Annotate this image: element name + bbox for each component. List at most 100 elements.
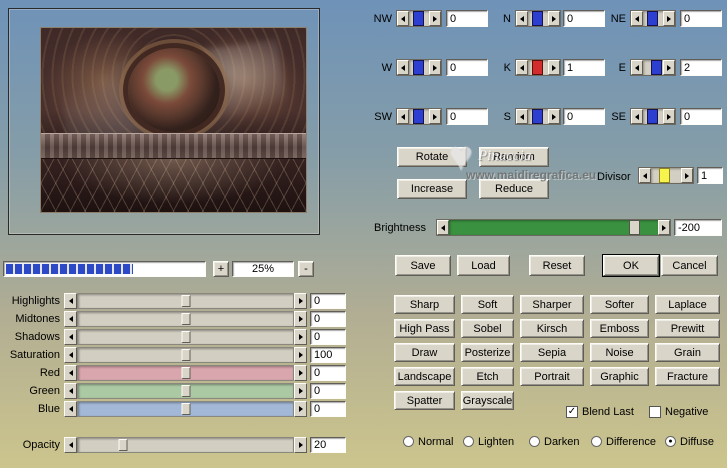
kernel-nw-left-arrow[interactable] xyxy=(397,11,409,26)
divisor-track[interactable] xyxy=(651,168,681,183)
kernel-n-thumb[interactable] xyxy=(532,11,543,26)
slider-highlights-value[interactable]: 0 xyxy=(310,293,346,309)
kernel-ne-left-arrow[interactable] xyxy=(631,11,643,26)
slider-red-right-arrow[interactable] xyxy=(294,365,307,381)
load-button[interactable]: Load xyxy=(457,255,510,276)
divisor-value[interactable]: 1 xyxy=(697,167,723,184)
slider-shadows-track[interactable] xyxy=(77,329,294,345)
slider-midtones-track[interactable] xyxy=(77,311,294,327)
negative-checkbox[interactable] xyxy=(649,406,661,418)
kernel-w-track[interactable] xyxy=(409,60,429,75)
filter-button-draw[interactable]: Draw xyxy=(394,343,455,362)
slider-saturation-track[interactable] xyxy=(77,347,294,363)
kernel-s-left-arrow[interactable] xyxy=(516,109,528,124)
kernel-e-thumb[interactable] xyxy=(651,60,662,75)
divisor-right-arrow[interactable] xyxy=(681,168,693,183)
slider-shadows-left-arrow[interactable] xyxy=(64,329,77,345)
slider-highlights-right-arrow[interactable] xyxy=(294,293,307,309)
kernel-k-right-arrow[interactable] xyxy=(548,60,560,75)
slider-blue-right-arrow[interactable] xyxy=(294,401,307,417)
filter-button-noise[interactable]: Noise xyxy=(590,343,649,362)
filter-button-sobel[interactable]: Sobel xyxy=(461,319,514,338)
kernel-k-thumb[interactable] xyxy=(532,60,543,75)
slider-red-value[interactable]: 0 xyxy=(310,365,346,381)
filter-button-posterize[interactable]: Posterize xyxy=(461,343,514,362)
slider-blue-thumb[interactable] xyxy=(181,403,190,415)
slider-blue-left-arrow[interactable] xyxy=(64,401,77,417)
kernel-nw-thumb[interactable] xyxy=(413,11,424,26)
kernel-k-track[interactable] xyxy=(528,60,548,75)
filter-button-spatter[interactable]: Spatter xyxy=(394,391,455,410)
slider-opacity-track[interactable] xyxy=(77,437,294,453)
filter-button-grain[interactable]: Grain xyxy=(655,343,720,362)
slider-green-value[interactable]: 0 xyxy=(310,383,346,399)
radio-difference[interactable] xyxy=(591,436,602,447)
slider-saturation-left-arrow[interactable] xyxy=(64,347,77,363)
slider-saturation-thumb[interactable] xyxy=(181,349,190,361)
filter-button-kirsch[interactable]: Kirsch xyxy=(520,319,584,338)
divisor-thumb[interactable] xyxy=(659,168,670,183)
kernel-e-track[interactable] xyxy=(643,60,663,75)
kernel-nw-track[interactable] xyxy=(409,11,429,26)
slider-green-thumb[interactable] xyxy=(181,385,190,397)
reset-button[interactable]: Reset xyxy=(529,255,585,276)
kernel-se-value[interactable]: 0 xyxy=(680,108,722,125)
radio-normal[interactable] xyxy=(403,436,414,447)
slider-saturation-right-arrow[interactable] xyxy=(294,347,307,363)
kernel-n-left-arrow[interactable] xyxy=(516,11,528,26)
kernel-e-left-arrow[interactable] xyxy=(631,60,643,75)
kernel-se-left-arrow[interactable] xyxy=(631,109,643,124)
slider-midtones-value[interactable]: 0 xyxy=(310,311,346,327)
divisor-left-arrow[interactable] xyxy=(639,168,651,183)
slider-opacity-left-arrow[interactable] xyxy=(64,437,77,453)
slider-green-right-arrow[interactable] xyxy=(294,383,307,399)
slider-blue-value[interactable]: 0 xyxy=(310,401,346,417)
slider-green-left-arrow[interactable] xyxy=(64,383,77,399)
kernel-k-left-arrow[interactable] xyxy=(516,60,528,75)
kernel-sw-track[interactable] xyxy=(409,109,429,124)
kernel-ne-thumb[interactable] xyxy=(647,11,658,26)
slider-blue-track[interactable] xyxy=(77,401,294,417)
zoom-value-field[interactable]: 25% xyxy=(232,261,294,277)
kernel-nw-right-arrow[interactable] xyxy=(429,11,441,26)
filter-button-etch[interactable]: Etch xyxy=(461,367,514,386)
increase-button[interactable]: Increase xyxy=(397,179,467,199)
slider-red-thumb[interactable] xyxy=(181,367,190,379)
slider-highlights-thumb[interactable] xyxy=(181,295,190,307)
filter-button-soft[interactable]: Soft xyxy=(461,295,514,314)
slider-opacity-thumb[interactable] xyxy=(118,439,128,451)
filter-button-laplace[interactable]: Laplace xyxy=(655,295,720,314)
slider-shadows-thumb[interactable] xyxy=(181,331,190,343)
filter-button-high-pass[interactable]: High Pass xyxy=(394,319,455,338)
kernel-w-thumb[interactable] xyxy=(413,60,424,75)
radio-lighten[interactable] xyxy=(463,436,474,447)
ok-button[interactable]: OK xyxy=(603,255,659,276)
kernel-s-track[interactable] xyxy=(528,109,548,124)
kernel-s-thumb[interactable] xyxy=(532,109,543,124)
kernel-se-thumb[interactable] xyxy=(647,109,658,124)
slider-red-left-arrow[interactable] xyxy=(64,365,77,381)
brightness-track[interactable] xyxy=(449,220,658,235)
slider-midtones-left-arrow[interactable] xyxy=(64,311,77,327)
filter-button-portrait[interactable]: Portrait xyxy=(520,367,584,386)
kernel-sw-left-arrow[interactable] xyxy=(397,109,409,124)
slider-shadows-value[interactable]: 0 xyxy=(310,329,346,345)
slider-green-track[interactable] xyxy=(77,383,294,399)
kernel-ne-track[interactable] xyxy=(643,11,663,26)
zoom-in-button[interactable]: + xyxy=(213,261,229,277)
filter-button-landscape[interactable]: Landscape xyxy=(394,367,455,386)
kernel-n-track[interactable] xyxy=(528,11,548,26)
kernel-w-left-arrow[interactable] xyxy=(397,60,409,75)
kernel-ne-right-arrow[interactable] xyxy=(663,11,675,26)
kernel-se-track[interactable] xyxy=(643,109,663,124)
reduce-button[interactable]: Reduce xyxy=(479,179,549,199)
filter-button-softer[interactable]: Softer xyxy=(590,295,649,314)
brightness-thumb[interactable] xyxy=(628,220,640,235)
slider-red-track[interactable] xyxy=(77,365,294,381)
radio-diffuse[interactable]: ● xyxy=(665,436,676,447)
filter-button-sharp[interactable]: Sharp xyxy=(394,295,455,314)
kernel-n-right-arrow[interactable] xyxy=(548,11,560,26)
filter-button-sharper[interactable]: Sharper xyxy=(520,295,584,314)
slider-highlights-left-arrow[interactable] xyxy=(64,293,77,309)
filter-button-fracture[interactable]: Fracture xyxy=(655,367,720,386)
